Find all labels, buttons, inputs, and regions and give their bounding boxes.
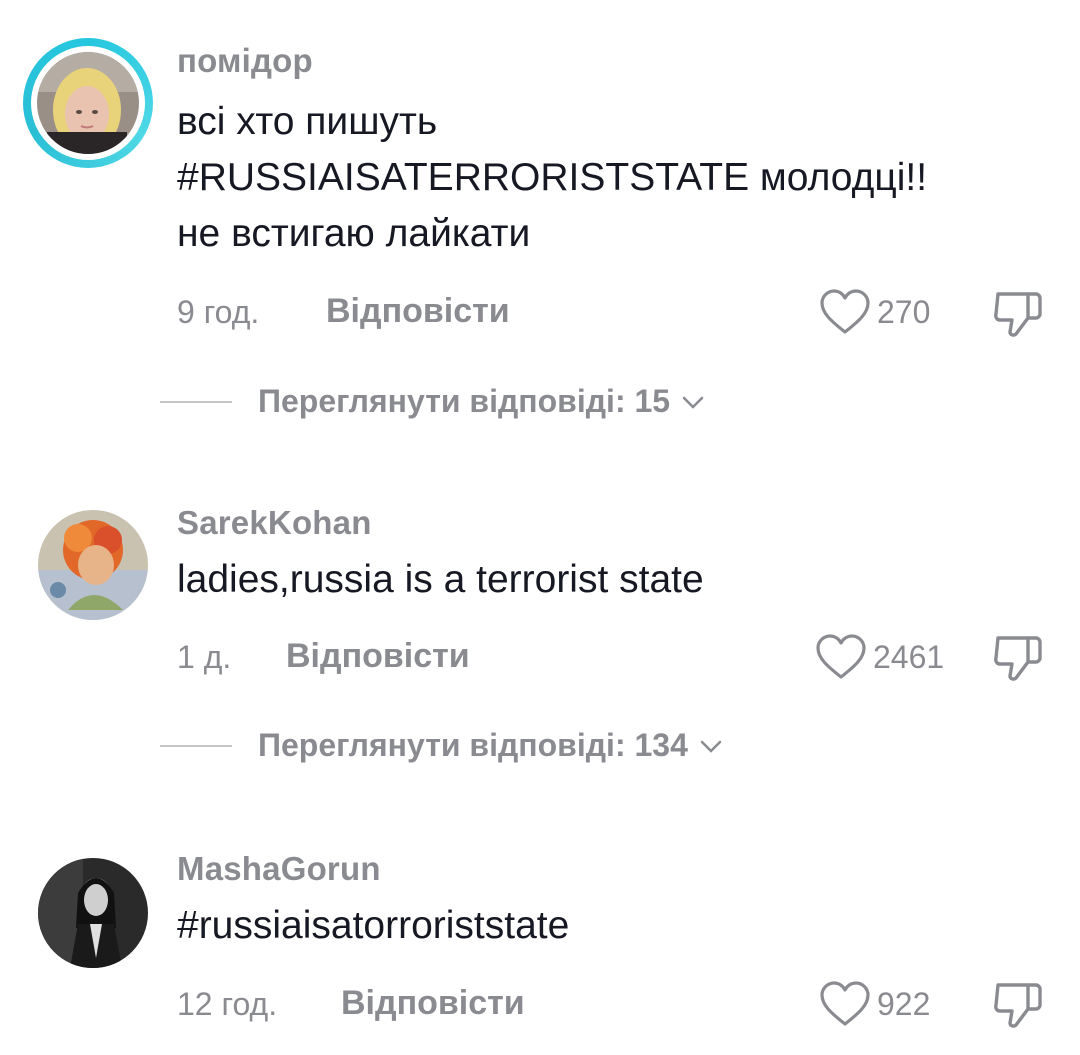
comment-item: SarekKohan ladies,russia is a terrorist … (0, 490, 1080, 790)
comment-username[interactable]: SarekKohan (177, 504, 372, 542)
like-button[interactable]: 2461 (815, 633, 944, 681)
comment-text: ladies,russia is a terrorist state (177, 552, 1037, 608)
chevron-down-icon (700, 740, 722, 753)
comment-text-line: #RUSSIAISATERRORISTSTATE молодці!! (177, 156, 928, 199)
divider (160, 400, 232, 403)
heart-outline-icon (820, 289, 870, 334)
comment-text-line: #russiaisatorroriststate (177, 904, 570, 947)
comment-timestamp: 12 год. (177, 986, 278, 1022)
like-button[interactable]: 922 (819, 980, 930, 1028)
comment-text: всі хто пишуть #RUSSIAISATERRORISTSTATE … (177, 94, 1037, 262)
divider (160, 744, 232, 747)
comment-username[interactable]: помідор (177, 42, 313, 80)
thumbs-down-outline-icon[interactable] (990, 286, 1046, 342)
avatar-story-ring[interactable] (23, 38, 153, 168)
reply-button[interactable]: Відповісти (326, 292, 510, 331)
reply-button[interactable]: Відповісти (286, 637, 470, 676)
avatar[interactable] (38, 510, 148, 620)
comment-item: помідор всі хто пишуть #RUSSIAISATERRORI… (0, 0, 1080, 440)
comment-item: MashaGorun #russiaisatorroriststate 12 г… (0, 838, 1080, 1055)
like-button[interactable]: 270 (819, 288, 930, 336)
like-count: 270 (877, 293, 931, 330)
like-count: 2461 (873, 638, 945, 675)
avatar (37, 52, 139, 154)
chevron-down-icon (682, 396, 704, 409)
comment-username[interactable]: MashaGorun (177, 850, 381, 888)
view-replies-button[interactable]: Переглянути відповіді: 134 (160, 727, 724, 764)
view-replies-button[interactable]: Переглянути відповіді: 15 (160, 383, 706, 420)
comment-text-line: ladies,russia is a terrorist state (177, 558, 704, 601)
comment-timestamp: 1 д. (177, 639, 232, 675)
like-count: 922 (877, 985, 931, 1022)
comment-text-line: не встигаю лайкати (177, 212, 531, 255)
comment-text-line: всі хто пишуть (177, 100, 438, 143)
reply-button[interactable]: Відповісти (341, 984, 525, 1023)
view-replies-label: Переглянути відповіді: 134 (258, 727, 688, 763)
avatar[interactable] (38, 858, 148, 968)
heart-outline-icon (816, 634, 866, 679)
comment-text: #russiaisatorroriststate (177, 898, 1037, 954)
comment-timestamp: 9 год. (177, 294, 260, 330)
thumbs-down-outline-icon[interactable] (990, 977, 1046, 1033)
heart-outline-icon (820, 981, 870, 1026)
view-replies-label: Переглянути відповіді: 15 (258, 383, 671, 419)
thumbs-down-outline-icon[interactable] (990, 630, 1046, 686)
